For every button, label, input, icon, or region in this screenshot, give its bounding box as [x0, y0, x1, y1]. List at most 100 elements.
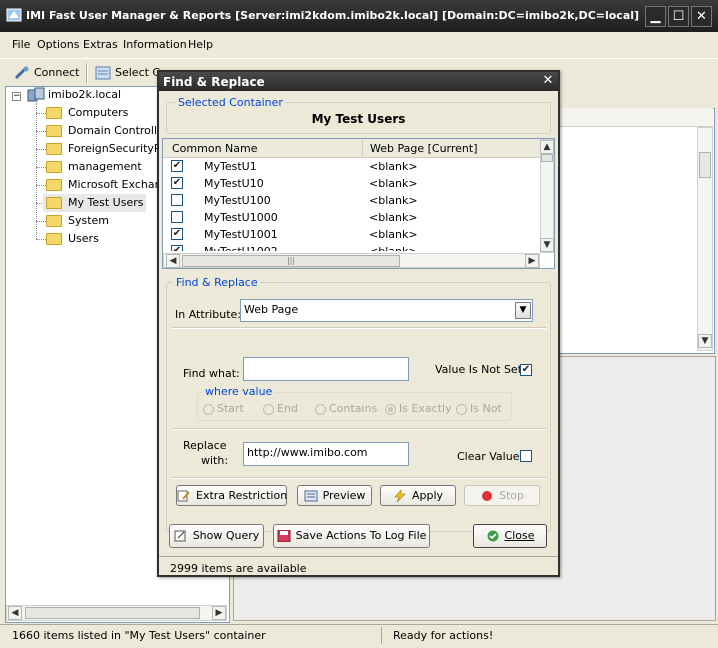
menu-file[interactable]: File: [12, 38, 30, 51]
connect-label: Connect: [34, 66, 80, 79]
minimize-button[interactable]: ▁: [645, 6, 666, 27]
section-divider: [171, 327, 546, 329]
row-checkbox[interactable]: ✔: [171, 177, 183, 189]
scroll-right-icon[interactable]: ▶: [212, 606, 226, 620]
tree-item[interactable]: management: [46, 158, 142, 176]
lightning-icon: [394, 490, 406, 502]
value-not-set-checkbox[interactable]: ✔: [520, 364, 532, 376]
value-not-set-label: Value Is Not Set: [435, 363, 523, 376]
row-checkbox[interactable]: ✔: [171, 228, 183, 240]
grid-row[interactable]: MyTestU1000 <blank>: [163, 209, 540, 226]
tree-item[interactable]: Microsoft Exchang: [46, 176, 169, 194]
scroll-thumb[interactable]: |||: [182, 255, 400, 267]
tree-item[interactable]: System: [46, 212, 109, 230]
grid-row[interactable]: ✔ MyTestU1002 <blank>: [163, 243, 540, 251]
row-common-name: MyTestU1: [204, 160, 257, 173]
row-web-page: <blank>: [369, 211, 418, 224]
scroll-down-icon[interactable]: ▼: [698, 334, 712, 348]
menu-help[interactable]: Help: [188, 38, 213, 51]
tree-item-label: Users: [68, 232, 99, 245]
where-option[interactable]: Is Not: [456, 402, 502, 415]
tree-item[interactable]: Computers: [46, 104, 128, 122]
radio-icon[interactable]: [203, 403, 214, 415]
row-common-name: MyTestU1001: [204, 228, 278, 241]
replace-with-label-2: with:: [201, 454, 229, 467]
tree-connector: [36, 185, 46, 187]
domain-icon: [27, 87, 45, 102]
tree-item-label: ForeignSecurityPr: [68, 142, 165, 155]
find-what-label: Find what:: [183, 367, 240, 380]
extra-restriction-button[interactable]: Extra Restriction: [176, 485, 287, 506]
radio-icon[interactable]: [315, 403, 326, 415]
tree-collapse-icon[interactable]: −: [12, 92, 21, 101]
selected-container-value: My Test Users: [311, 112, 406, 126]
where-option[interactable]: Start: [203, 402, 244, 415]
menu-extras[interactable]: Extras: [83, 38, 118, 51]
where-option-label: Start: [217, 402, 244, 415]
grid-col-common-name[interactable]: Common Name: [172, 142, 258, 155]
stop-button[interactable]: Stop: [464, 485, 540, 506]
scroll-thumb[interactable]: [541, 154, 553, 162]
row-checkbox[interactable]: ✔: [171, 245, 183, 251]
tree-item[interactable]: My Test Users: [43, 194, 147, 212]
grid-row[interactable]: MyTestU100 <blank>: [163, 192, 540, 209]
scroll-up-icon[interactable]: ▲: [540, 140, 554, 154]
dialog-close-icon[interactable]: ✕: [541, 74, 555, 88]
folder-icon: [46, 197, 62, 209]
chevron-down-icon[interactable]: ▼: [515, 302, 531, 319]
scroll-down-icon[interactable]: ▼: [540, 238, 554, 252]
menu-options[interactable]: Options: [37, 38, 79, 51]
clear-value-checkbox[interactable]: [520, 450, 532, 462]
tree-item[interactable]: Users: [46, 230, 99, 248]
app-icon: [6, 8, 22, 22]
show-query-label: Show Query: [192, 529, 260, 542]
scroll-left-icon[interactable]: ◀: [166, 254, 180, 268]
scroll-left-icon[interactable]: ◀: [8, 606, 22, 620]
grid-vscrollbar[interactable]: ▲ ▼: [540, 139, 554, 253]
folder-icon: [46, 107, 62, 119]
connect-button[interactable]: Connect: [14, 64, 79, 82]
scroll-thumb[interactable]: [25, 607, 200, 619]
pencil-icon: [177, 490, 190, 502]
maximize-button[interactable]: ☐: [668, 6, 689, 27]
replace-with-input[interactable]: http://www.imibo.com: [243, 442, 409, 466]
user-grid[interactable]: Common Name Web Page [Current] ✔ MyTestU1…: [162, 138, 555, 269]
grid-col-web-page[interactable]: Web Page [Current]: [370, 142, 478, 155]
scroll-thumb[interactable]: [699, 152, 711, 178]
replace-with-label: Replace: [183, 439, 227, 452]
grid-header: Common Name Web Page [Current]: [163, 139, 540, 158]
folder-icon: [46, 125, 62, 137]
where-option[interactable]: Contains: [315, 402, 377, 415]
where-value-legend: where value: [202, 385, 276, 398]
query-icon: [174, 530, 186, 542]
radio-icon[interactable]: [456, 403, 467, 415]
radio-icon[interactable]: [385, 403, 396, 415]
tree-root[interactable]: imibo2k.local: [48, 86, 121, 104]
grid-row[interactable]: ✔ MyTestU1001 <blank>: [163, 226, 540, 243]
tree-hscrollbar[interactable]: ◀ ▶: [6, 605, 227, 621]
menu-information[interactable]: Information: [123, 38, 187, 51]
tree-item[interactable]: Domain Controllers: [46, 122, 174, 140]
grid-row[interactable]: ✔ MyTestU10 <blank>: [163, 175, 540, 192]
scroll-right-icon[interactable]: ▶: [525, 254, 539, 268]
show-query-button[interactable]: Show Query: [169, 524, 264, 548]
apply-button[interactable]: Apply: [380, 485, 456, 506]
extra-restriction-label: Extra Restriction: [196, 489, 288, 502]
radio-icon[interactable]: [263, 403, 274, 415]
in-attribute-select[interactable]: Web Page ▼: [240, 299, 533, 322]
tree-item[interactable]: ForeignSecurityPr: [46, 140, 165, 158]
find-what-input[interactable]: [243, 357, 409, 381]
preview-button[interactable]: Preview: [297, 485, 372, 506]
row-checkbox[interactable]: [171, 211, 183, 223]
row-checkbox[interactable]: [171, 194, 183, 206]
save-log-button[interactable]: Save Actions To Log File: [273, 524, 430, 548]
grid-row[interactable]: ✔ MyTestU1 <blank>: [163, 158, 540, 175]
dialog-close-button[interactable]: Close: [473, 524, 547, 548]
where-option[interactable]: Is Exactly: [385, 402, 452, 415]
where-option[interactable]: End: [263, 402, 298, 415]
list-vscrollbar[interactable]: ▼: [697, 127, 713, 351]
row-checkbox[interactable]: ✔: [171, 160, 183, 172]
grid-hscrollbar[interactable]: ◀ ||| ▶: [163, 253, 540, 268]
tree-item-label: My Test Users: [68, 196, 144, 209]
close-button[interactable]: ✕: [691, 6, 712, 27]
